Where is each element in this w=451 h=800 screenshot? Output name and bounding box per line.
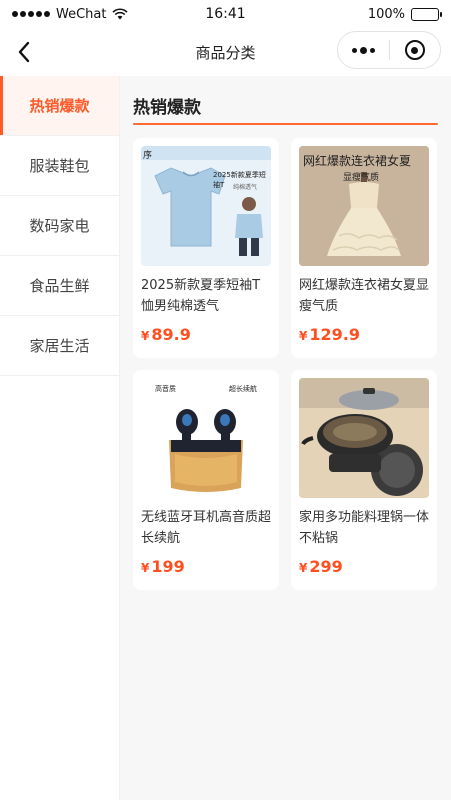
sidebar-item-hot[interactable]: 热销爆款	[0, 76, 119, 136]
product-name: 2025新款夏季短袖T恤男纯棉透气	[141, 278, 261, 314]
image-caption: 纯棉透气	[233, 184, 258, 191]
product-panel: 热销爆款 序 2025新款夏季短袖T 纯棉透气 2025新款夏季短袖T恤男纯棉透…	[120, 76, 451, 800]
dress-image: 网红爆款连衣裙女夏 显瘦气质	[299, 146, 429, 266]
signal-icon	[12, 11, 50, 17]
product-card[interactable]: 家用多功能料理锅一体不粘锅 ¥299	[291, 370, 437, 590]
sidebar-item-clothing[interactable]: 服装鞋包	[0, 136, 119, 196]
sidebar-item-label: 热销爆款	[29, 97, 90, 115]
cooking-pot-image	[299, 378, 429, 498]
product-name: 无线蓝牙耳机高音质超长续航	[141, 510, 272, 546]
earbuds-image: 高音质 超长续航	[141, 378, 271, 498]
status-right: 100%	[226, 6, 442, 22]
battery-percent: 100%	[367, 6, 405, 22]
target-close-icon	[404, 40, 425, 60]
image-caption: 高音质	[155, 385, 176, 393]
more-dots-icon	[351, 46, 375, 54]
sidebar-item-label: 数码家电	[29, 217, 90, 235]
carrier-label: WeChat	[56, 6, 107, 22]
sidebar-item-food[interactable]: 食品生鲜	[0, 256, 119, 316]
product-card[interactable]: 网红爆款连衣裙女夏 显瘦气质 网红爆款连衣裙女夏显瘦气质 ¥129.9	[291, 138, 437, 358]
close-miniprogram-button[interactable]	[390, 32, 441, 68]
image-caption: 序	[143, 151, 153, 161]
product-card[interactable]: 高音质 超长续航 无线蓝牙耳机高音质超长续航 ¥199	[133, 370, 279, 590]
currency-symbol: ¥	[141, 329, 150, 343]
section-title-underline	[133, 123, 438, 125]
sidebar-item-digital[interactable]: 数码家电	[0, 196, 119, 256]
tshirt-illustration	[141, 146, 271, 256]
product-price: ¥299	[299, 557, 343, 576]
image-caption: 网红爆款连衣裙女夏	[303, 154, 412, 168]
price-value: 89.9	[151, 325, 191, 344]
page-title: 商品分类	[195, 43, 256, 62]
cooking-pot-illustration	[299, 378, 429, 498]
product-name: 网红爆款连衣裙女夏显瘦气质	[299, 278, 430, 314]
price-value: 299	[309, 557, 343, 576]
currency-symbol: ¥	[299, 329, 308, 343]
price-value: 199	[151, 557, 185, 576]
navigation-bar: 商品分类	[0, 28, 451, 76]
section-title: 热销爆款	[133, 98, 201, 118]
product-price: ¥89.9	[141, 325, 191, 344]
image-caption: 显瘦气质	[343, 173, 380, 183]
product-price: ¥199	[141, 557, 185, 576]
status-left: WeChat	[12, 7, 226, 22]
earbuds-illustration	[169, 409, 243, 492]
product-card[interactable]: 序 2025新款夏季短袖T 纯棉透气 2025新款夏季短袖T恤男纯棉透气 ¥89…	[133, 138, 279, 358]
tshirt-image: 序 2025新款夏季短袖T 纯棉透气	[141, 146, 271, 266]
sidebar-item-label: 服装鞋包	[29, 157, 90, 175]
category-sidebar: 热销爆款 服装鞋包 数码家电 食品生鲜 家居生活	[0, 76, 120, 800]
price-value: 129.9	[309, 325, 360, 344]
status-bar: WeChat 16:41 100%	[0, 0, 451, 28]
sidebar-item-label: 食品生鲜	[29, 277, 90, 295]
sidebar-item-home[interactable]: 家居生活	[0, 316, 119, 376]
currency-symbol: ¥	[299, 561, 308, 575]
miniprogram-capsule	[337, 31, 441, 69]
sidebar-item-label: 家居生活	[29, 337, 90, 355]
product-name: 家用多功能料理锅一体不粘锅	[299, 510, 430, 546]
currency-symbol: ¥	[141, 561, 150, 575]
back-button[interactable]	[10, 38, 38, 66]
image-caption: 超长续航	[229, 385, 257, 393]
chevron-left-icon	[18, 41, 30, 63]
more-button[interactable]	[338, 32, 389, 68]
wifi-icon	[112, 8, 129, 20]
battery-icon	[411, 7, 442, 21]
product-price: ¥129.9	[299, 325, 360, 344]
